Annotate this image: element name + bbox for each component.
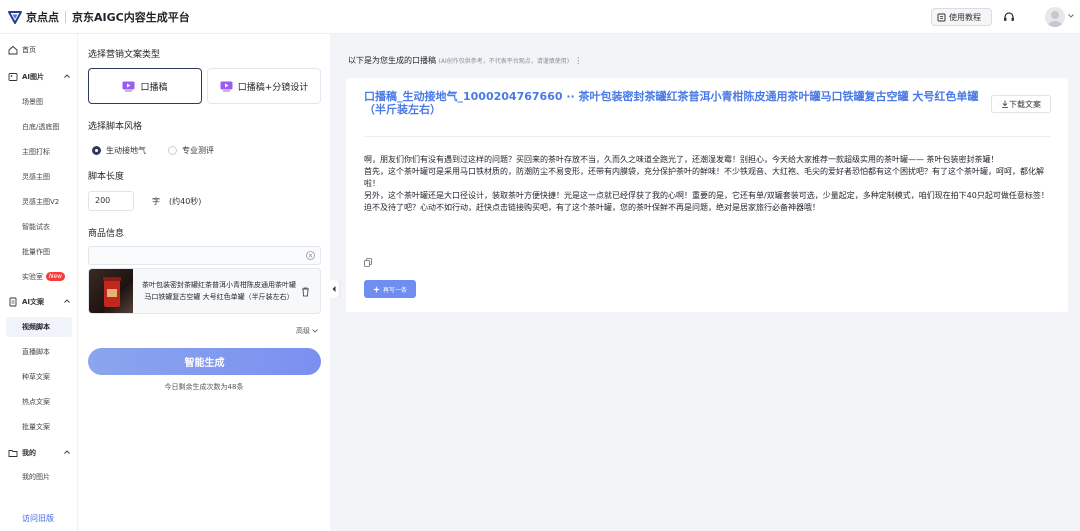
collapse-panel-handle[interactable]: [329, 280, 339, 298]
type-option-label: 口播稿+分镜设计: [237, 82, 309, 93]
chevron-up-icon: [64, 450, 70, 454]
user-avatar[interactable]: [1045, 7, 1065, 27]
top-header: 京点点 京东AIGC内容生成平台 使用教程: [0, 0, 1080, 34]
style-radio-review[interactable]: 专业测评: [168, 145, 214, 156]
result-heading: 以下是为您生成的口播稿 (AI创作仅供参考，不代表平台观点，请谨慎使用) ⋮: [348, 56, 583, 65]
avatar-icon: [1048, 11, 1062, 27]
sidebar-item-lab[interactable]: 实验室 New: [0, 267, 78, 287]
radio-dot: [168, 146, 177, 155]
sparkle-icon: [372, 285, 380, 293]
video-icon: [122, 81, 135, 91]
sidebar: 首页 AI图片 场景图 白底/透底图 主图打标 灵感主图 灵感主图V2 智能试衣…: [0, 34, 78, 531]
sidebar-item-batch-image[interactable]: 批量作图: [0, 242, 78, 262]
product-thumbnail: [89, 269, 133, 313]
book-icon: [937, 13, 946, 21]
result-body: 啊，朋友们你们有没有遇到过这样的问题？买回来的茶叶存放不当，久而久之味道全跑光了…: [364, 154, 1054, 214]
sidebar-item-hot-topic[interactable]: 热点文案: [0, 392, 78, 412]
result-title: 口播稿_生动接地气_1000204767660 ·· 茶叶包装密封茶罐红茶普洱小…: [364, 90, 979, 116]
result-area: 以下是为您生成的口播稿 (AI创作仅供参考，不代表平台观点，请谨慎使用) ⋮ 口…: [330, 34, 1080, 531]
download-button[interactable]: 下载文案: [991, 95, 1051, 113]
length-input[interactable]: 200: [88, 191, 134, 211]
config-panel: 选择营销文案类型 口播稿 口播稿+分镜设计 选择脚本风格 生动接地气 专业测评 …: [78, 34, 330, 531]
sidebar-item-inspiration-v2[interactable]: 灵感主图V2: [0, 192, 78, 212]
result-disclaimer: (AI创作仅供参考，不代表平台观点，请谨慎使用): [438, 58, 570, 65]
tutorial-button[interactable]: 使用教程: [931, 8, 992, 26]
sidebar-item-batch-copy[interactable]: 批量文案: [0, 417, 78, 437]
document-icon: [9, 297, 17, 307]
product-name: 茶叶包装密封茶罐红茶普洱小青柑陈皮通用茶叶罐马口铁罐复古空罐 大号红色单罐（半斤…: [142, 281, 296, 301]
chevron-down-icon[interactable]: [1068, 14, 1074, 18]
length-unit: 字: [152, 197, 160, 206]
style-section-title: 选择脚本风格: [88, 122, 143, 132]
generate-button[interactable]: 智能生成: [88, 348, 321, 375]
remaining-count: 今日剩余生成次数为48条: [164, 383, 244, 391]
style-radio-lively[interactable]: 生动接地气: [92, 145, 146, 156]
sidebar-item-fitting[interactable]: 智能试衣: [0, 217, 78, 237]
headset-icon[interactable]: [1003, 11, 1015, 23]
result-paragraph: 迫不及待了吧？心动不如行动，赶快点击链接购买吧，有了这个茶叶罐，您的茶叶保鲜不再…: [364, 203, 820, 212]
sidebar-group-ai-copy[interactable]: AI文案: [0, 292, 78, 312]
chevron-left-icon: [332, 286, 336, 292]
folder-icon: [8, 450, 18, 457]
logo-name: 京点点: [26, 11, 59, 24]
new-badge: New: [46, 272, 66, 281]
sidebar-item-home[interactable]: 首页: [0, 40, 78, 60]
copy-icon[interactable]: [364, 258, 372, 267]
trash-icon[interactable]: [301, 287, 310, 297]
length-section-title: 脚本长度: [88, 172, 125, 182]
image-icon: [8, 73, 18, 81]
chevron-up-icon: [64, 74, 70, 78]
sidebar-item-white-bg[interactable]: 白底/透底图: [0, 117, 78, 137]
product-search-input[interactable]: [88, 246, 321, 265]
type-option-voiceover[interactable]: 口播稿: [88, 68, 202, 104]
tea-can-image: [103, 277, 121, 307]
sidebar-item-inspiration[interactable]: 灵感主图: [0, 167, 78, 187]
jdd-logo-icon: [8, 11, 22, 24]
type-option-voiceover-storyboard[interactable]: 口播稿+分镜设计: [207, 68, 321, 104]
logo-divider: [65, 11, 66, 23]
sidebar-group-ai-image[interactable]: AI图片: [0, 67, 78, 87]
product-card[interactable]: 茶叶包装密封茶罐红茶普洱小青柑陈皮通用茶叶罐马口铁罐复古空罐 大号红色单罐（半斤…: [88, 268, 321, 314]
sidebar-item-seeding[interactable]: 种草文案: [0, 367, 78, 387]
clear-icon[interactable]: [306, 251, 315, 260]
home-icon: [8, 45, 18, 55]
chevron-up-icon: [64, 299, 70, 303]
sidebar-item-video-script[interactable]: 视频脚本: [6, 317, 72, 337]
rewrite-button[interactable]: 再写一条: [364, 280, 416, 298]
result-paragraph: 啊，朋友们你们有没有遇到过这样的问题？买回来的茶叶存放不当，久而久之味道全跑光了…: [364, 155, 999, 164]
result-divider: [364, 136, 1050, 137]
product-section-title: 商品信息: [88, 229, 125, 239]
advanced-toggle[interactable]: 高级: [296, 326, 319, 336]
sidebar-item-tagging[interactable]: 主图打标: [0, 142, 78, 162]
sidebar-item-scene[interactable]: 场景图: [0, 92, 78, 112]
result-card: 口播稿_生动接地气_1000204767660 ·· 茶叶包装密封茶罐红茶普洱小…: [346, 78, 1068, 312]
video-icon: [220, 81, 233, 91]
type-option-label: 口播稿: [140, 82, 168, 93]
brand-logo[interactable]: 京点点 京东AIGC内容生成平台: [8, 9, 190, 25]
sidebar-item-live-script[interactable]: 直播脚本: [0, 342, 78, 362]
type-section-title: 选择营销文案类型: [88, 50, 161, 60]
download-icon: [1002, 100, 1008, 108]
chevron-down-icon: [312, 329, 319, 333]
sidebar-item-my-images[interactable]: 我的图片: [0, 467, 78, 487]
sidebar-group-mine[interactable]: 我的: [0, 443, 78, 463]
result-paragraph: 另外，这个茶叶罐还是大口径设计，装取茶叶方便快捷！光是这一点就已经俘获了我的心啊…: [364, 191, 1049, 200]
old-version-link[interactable]: 访问旧版: [22, 513, 54, 524]
radio-dot: [92, 146, 101, 155]
tutorial-label: 使用教程: [949, 12, 981, 22]
length-hint: (约40秒): [169, 197, 202, 206]
result-paragraph: 首先，这个茶叶罐可是采用马口铁材质的，防潮防尘不易变形，还带有内膜袋，充分保护茶…: [364, 167, 1044, 188]
platform-title: 京东AIGC内容生成平台: [72, 11, 190, 24]
